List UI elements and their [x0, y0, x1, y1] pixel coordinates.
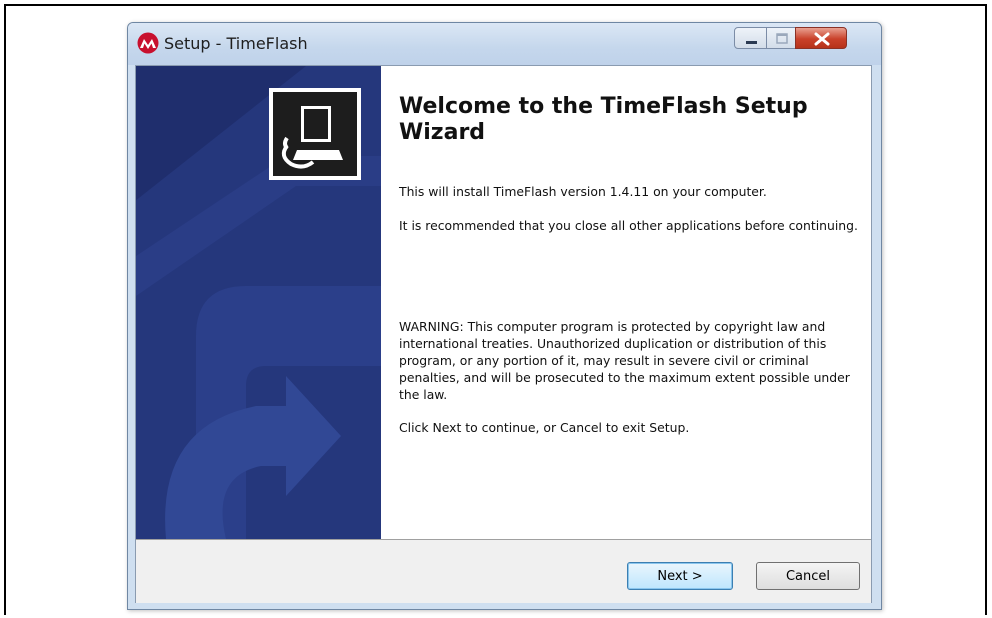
install-text: This will install TimeFlash version 1.4.…	[399, 184, 767, 199]
setup-window: Setup - TimeFlash Welcome to the TimeFla…	[127, 22, 882, 610]
maximize-icon	[776, 33, 788, 44]
microchip-logo-icon	[137, 32, 159, 54]
close-icon	[814, 32, 830, 46]
recommend-text: It is recommended that you close all oth…	[399, 218, 858, 233]
setup-computer-icon	[269, 88, 361, 180]
button-bar: Next > Cancel	[136, 539, 871, 603]
window-title: Setup - TimeFlash	[164, 34, 308, 53]
next-button[interactable]: Next >	[627, 562, 733, 590]
minimize-button[interactable]	[734, 27, 767, 49]
title-bar[interactable]: Setup - TimeFlash	[128, 23, 881, 65]
close-button[interactable]	[795, 27, 847, 49]
wizard-client-area: Welcome to the TimeFlash Setup Wizard Th…	[135, 65, 872, 603]
maximize-button[interactable]	[766, 27, 796, 49]
instruction-text: Click Next to continue, or Cancel to exi…	[399, 420, 690, 435]
welcome-heading: Welcome to the TimeFlash Setup Wizard	[399, 94, 808, 145]
minimize-icon	[746, 41, 757, 44]
cancel-button[interactable]: Cancel	[756, 562, 860, 590]
wizard-side-banner	[136, 66, 381, 539]
wizard-content: Welcome to the TimeFlash Setup Wizard Th…	[381, 66, 871, 539]
copyright-warning-text: WARNING: This computer program is protec…	[399, 319, 850, 402]
